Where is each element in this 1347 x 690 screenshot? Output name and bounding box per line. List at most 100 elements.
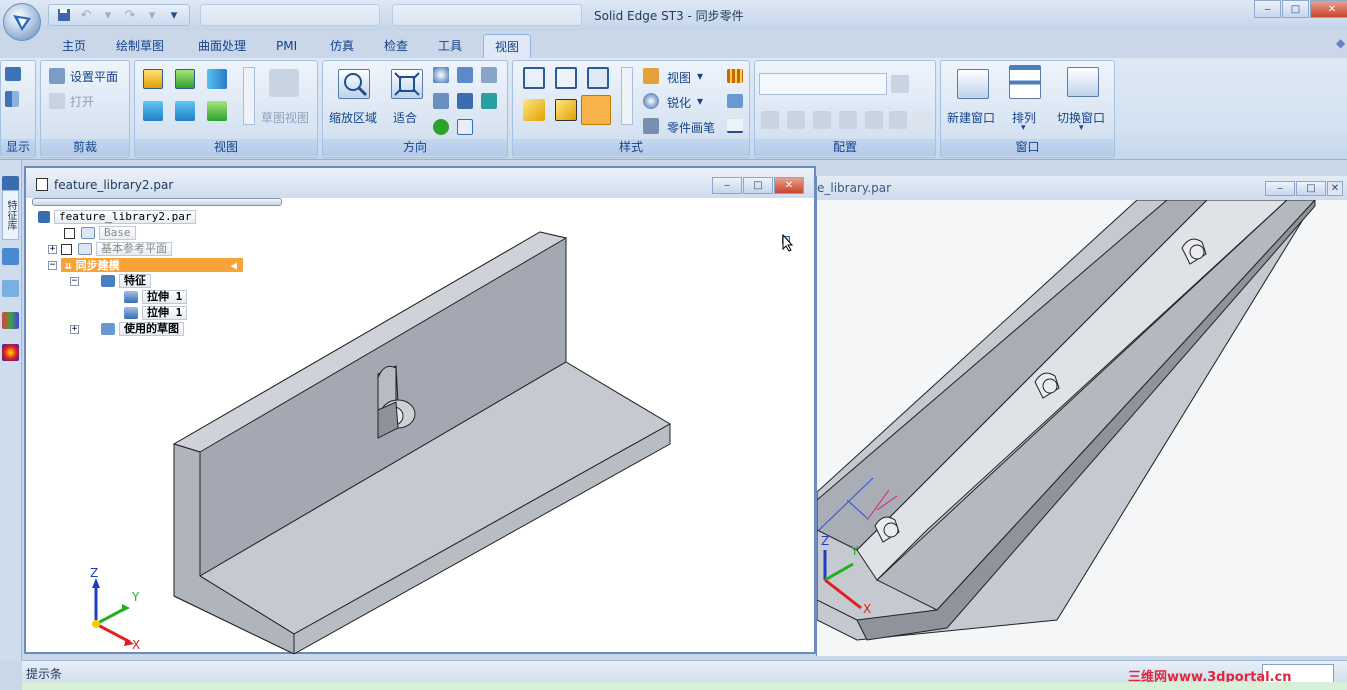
collapse-icon[interactable]: −	[48, 260, 57, 270]
zoom-icon[interactable]	[433, 67, 449, 83]
view-top-icon[interactable]	[143, 69, 163, 89]
appearance-icon[interactable]	[2, 312, 19, 329]
tab-pmi[interactable]: PMI	[268, 34, 305, 58]
sketch-view-button[interactable]: 草图视图	[261, 109, 309, 126]
hidden-edges-icon[interactable]	[587, 67, 609, 89]
help-icon[interactable]: ◆	[1336, 36, 1346, 50]
tree-item-used-sketches[interactable]: + 使用的草图	[70, 322, 184, 336]
view-left-icon[interactable]	[143, 101, 163, 121]
feature-library-tab[interactable]: 特征库	[2, 190, 19, 240]
group-display: 显示	[0, 60, 36, 158]
shaded-icon[interactable]	[523, 99, 545, 121]
tab-home[interactable]: 主页	[54, 34, 94, 58]
tree-item-label: 特征	[119, 274, 151, 288]
tree-root[interactable]: feature_library2.par	[38, 210, 197, 224]
maximize-button[interactable]: □	[1282, 0, 1309, 18]
part-painter-button[interactable]: 零件画笔	[667, 119, 715, 136]
close-button[interactable]: ✕	[1310, 0, 1347, 18]
zoom-area-button[interactable]: 缩放区域	[329, 109, 377, 126]
view-overrides-icon[interactable]	[727, 94, 743, 108]
view-gallery-scroll[interactable]	[243, 67, 255, 125]
coordinate-triad	[92, 578, 134, 646]
tab-tools[interactable]: 工具	[430, 34, 470, 58]
view-bottom-icon[interactable]	[175, 101, 195, 121]
pan-icon[interactable]	[457, 67, 473, 83]
save-icon[interactable]	[55, 7, 73, 23]
close-button[interactable]: ✕	[774, 177, 804, 194]
save-configuration-icon[interactable]	[891, 75, 909, 93]
visibility-checkbox[interactable]	[64, 227, 75, 239]
features-icon	[101, 275, 115, 287]
display-panels-icon[interactable]	[5, 91, 19, 107]
collapse-icon[interactable]: −	[70, 276, 79, 286]
minimize-button[interactable]: ‒	[1254, 0, 1281, 18]
zoom-tool-icon[interactable]	[433, 93, 449, 109]
fit-button[interactable]: 适合	[393, 109, 417, 126]
previous-view-icon[interactable]	[481, 67, 497, 83]
undo-dropdown-icon[interactable]: ▾	[99, 7, 117, 23]
tree-item-extrude[interactable]: 拉伸 1	[124, 306, 188, 320]
configuration-select[interactable]	[759, 73, 887, 95]
application-button[interactable]	[3, 3, 41, 41]
config-tool-icon[interactable]	[889, 111, 907, 129]
view-back-icon[interactable]	[207, 101, 227, 121]
rotate-icon[interactable]	[457, 93, 473, 109]
arrange-icon	[1009, 65, 1041, 99]
camera-icon[interactable]	[865, 111, 883, 129]
tree-item-base[interactable]: Base	[64, 226, 136, 240]
new-window-button[interactable]: 新建窗口	[947, 109, 995, 126]
sketch-library-icon[interactable]	[2, 280, 19, 297]
backgrounds-icon[interactable]	[727, 69, 743, 83]
maximize-button[interactable]: □	[1296, 181, 1326, 196]
spin-about-icon[interactable]	[481, 93, 497, 109]
minimize-button[interactable]: ‒	[712, 177, 742, 194]
open-button[interactable]: 打开	[70, 93, 94, 110]
text-style-icon[interactable]	[727, 119, 743, 133]
prompt-bar-label: 提示条	[26, 667, 63, 681]
simulation-results-icon[interactable]	[2, 344, 19, 361]
sharpen-dropdown[interactable]: 锐化	[667, 94, 691, 111]
tab-view[interactable]: 视图	[483, 34, 531, 58]
shaded-edges-icon[interactable]	[555, 99, 577, 121]
close-button[interactable]: ✕	[1327, 181, 1343, 196]
set-plane-button[interactable]: 设置平面	[70, 68, 118, 85]
redo-dropdown-icon[interactable]: ▾	[143, 7, 161, 23]
view-style-dropdown[interactable]: 视图	[667, 69, 691, 86]
minimize-button[interactable]: ‒	[1265, 181, 1295, 196]
config-tool-icon[interactable]	[913, 111, 931, 129]
tab-simulation[interactable]: 仿真	[322, 34, 362, 58]
config-tool-icon[interactable]	[813, 111, 831, 129]
expand-icon[interactable]: +	[48, 244, 57, 254]
tree-item-reference-planes[interactable]: + 基本参考平面	[48, 242, 172, 256]
redo-icon[interactable]: ↷	[121, 7, 139, 23]
view-right-icon[interactable]	[207, 69, 227, 89]
visibility-checkbox[interactable]	[61, 243, 72, 255]
expand-icon[interactable]: +	[70, 324, 79, 334]
tab-surfacing[interactable]: 曲面处理	[190, 34, 254, 58]
undo-icon[interactable]: ↶	[77, 7, 95, 23]
display-icon[interactable]	[5, 67, 21, 81]
config-tool-icon[interactable]	[787, 111, 805, 129]
tree-item-features[interactable]: − 特征	[70, 274, 151, 288]
config-tool-icon[interactable]	[761, 111, 779, 129]
fit-icon	[391, 69, 423, 99]
common-views-icon[interactable]	[433, 119, 449, 135]
channel-part-viewport[interactable]	[817, 200, 1347, 656]
named-views-icon[interactable]	[457, 119, 473, 135]
style-gallery-scroll[interactable]	[621, 67, 633, 125]
shaded-visible-edges-icon[interactable]	[581, 95, 611, 125]
tree-item-extrude[interactable]: 拉伸 1	[124, 290, 188, 304]
wireframe-icon[interactable]	[523, 67, 545, 89]
tree-item-synchronous[interactable]: − ⇊ 同步建模 ◀	[48, 258, 243, 272]
tab-sketching[interactable]: 绘制草图	[108, 34, 172, 58]
view-front-icon[interactable]	[175, 69, 195, 89]
layers-icon[interactable]	[2, 248, 19, 265]
tab-inspect[interactable]: 检查	[376, 34, 416, 58]
maximize-button[interactable]: □	[743, 177, 773, 194]
customize-qat-icon[interactable]: ▾	[165, 7, 183, 23]
quick-access-toolbar: ↶ ▾ ↷ ▾ ▾	[48, 4, 190, 26]
window-controls: ‒ □ ✕	[1254, 0, 1347, 18]
config-tool-icon[interactable]	[839, 111, 857, 129]
visible-edges-icon[interactable]	[555, 67, 577, 89]
document-window-main: feature_library2.par ‒ □ ✕ Z Y X feature…	[24, 166, 816, 654]
